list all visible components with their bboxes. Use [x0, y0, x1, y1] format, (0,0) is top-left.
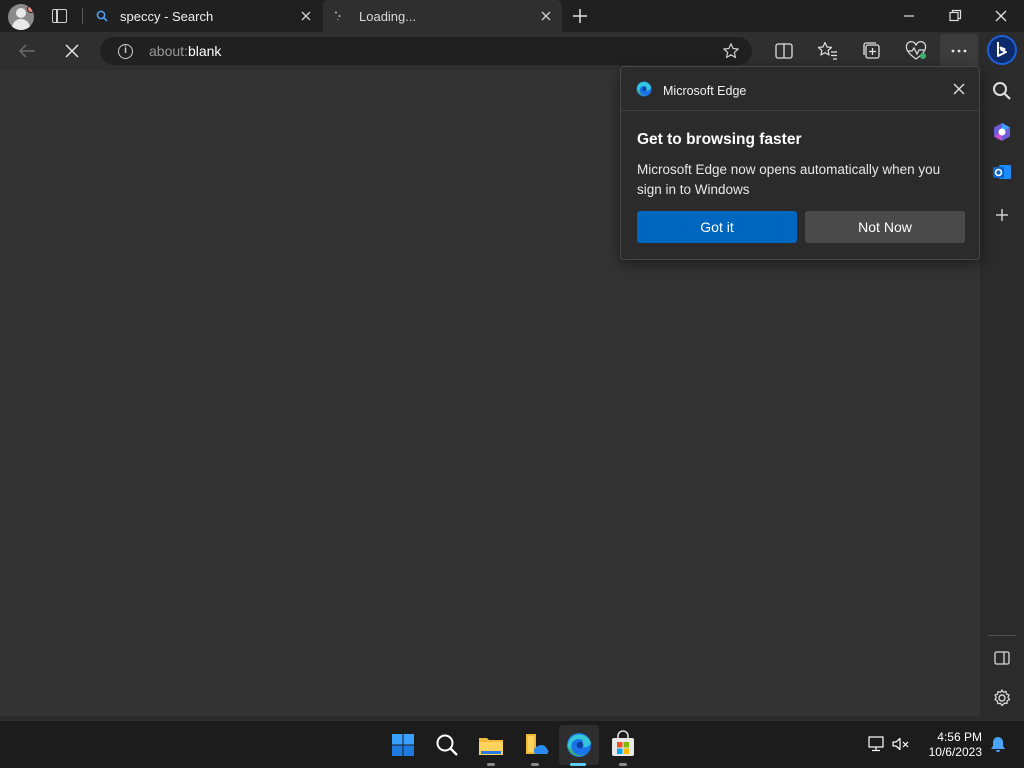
browsing-faster-flyout: Microsoft Edge Get to browsing faster Mi…: [620, 66, 980, 260]
info-icon[interactable]: i: [118, 44, 133, 59]
clock-time: 4:56 PM: [937, 730, 982, 744]
bing-chat-icon[interactable]: [986, 34, 1018, 66]
avatar-head: [16, 8, 26, 18]
close-icon[interactable]: [951, 81, 967, 97]
flyout-message: Microsoft Edge now opens automatically w…: [637, 162, 941, 197]
taskbar-search-icon[interactable]: [431, 729, 463, 761]
volume-muted-icon[interactable]: [891, 735, 911, 753]
windows-taskbar: 4:56 PM 10/6/2023: [0, 720, 1024, 768]
taskbar-clock[interactable]: 4:56 PM 10/6/2023: [916, 730, 982, 760]
more-dots-icon: [951, 49, 967, 53]
title-bar: speccy - Search Loading...: [0, 0, 1024, 32]
microsoft-edge-taskbar-icon[interactable]: [563, 729, 595, 761]
got-it-button[interactable]: Got it: [637, 211, 797, 243]
close-tab-icon[interactable]: [538, 8, 554, 24]
collections-icon[interactable]: [859, 38, 885, 64]
notification-bell-icon[interactable]: [988, 735, 1008, 753]
sidebar-settings-gear-icon[interactable]: [991, 687, 1013, 709]
microsoft-store-icon[interactable]: [607, 729, 639, 761]
flyout-brand: Microsoft Edge: [663, 84, 747, 98]
stop-loading-icon[interactable]: [59, 38, 85, 64]
onedrive-running-indicator: [531, 763, 539, 766]
tab-label: Loading...: [359, 9, 417, 24]
tab-speccy-search[interactable]: speccy - Search: [86, 0, 322, 32]
file-explorer-icon[interactable]: [475, 729, 507, 761]
flyout-title: Get to browsing faster: [637, 131, 802, 148]
close-tab-icon[interactable]: [298, 8, 314, 24]
split-screen-icon[interactable]: [771, 38, 797, 64]
vertical-tabs-icon[interactable]: [52, 9, 67, 23]
search-icon[interactable]: [991, 80, 1013, 102]
add-favorite-star-icon[interactable]: [722, 42, 740, 60]
close-window-icon[interactable]: [978, 0, 1024, 32]
tab-loading[interactable]: Loading...: [323, 0, 562, 32]
add-sidebar-app-icon[interactable]: [991, 204, 1013, 226]
onedrive-folder-icon[interactable]: [519, 729, 551, 761]
outlook-icon[interactable]: [991, 161, 1013, 183]
new-tab-icon[interactable]: [571, 7, 589, 25]
microsoft-edge-logo-icon: [636, 81, 652, 97]
settings-and-more-button[interactable]: [940, 34, 978, 68]
restore-icon[interactable]: [932, 0, 978, 32]
flyout-header: Microsoft Edge: [621, 67, 979, 111]
store-running-indicator: [619, 763, 627, 766]
browser-essentials-icon[interactable]: [903, 38, 929, 64]
back-arrow-icon[interactable]: [14, 38, 40, 64]
network-status-icon[interactable]: [866, 735, 886, 753]
hide-sidebar-icon[interactable]: [991, 647, 1013, 669]
url-path: blank: [187, 43, 222, 59]
clock-date: 10/6/2023: [928, 745, 982, 759]
favorites-icon[interactable]: [815, 38, 841, 64]
windows-start-icon[interactable]: [387, 729, 419, 761]
copilot-icon[interactable]: [991, 121, 1013, 143]
address-bar[interactable]: i about:blank: [100, 37, 752, 65]
tab-separator: [82, 8, 83, 24]
search-icon: [96, 10, 108, 22]
sidebar-separator: [988, 635, 1016, 636]
edge-sidebar: [980, 32, 1024, 720]
tab-label: speccy - Search: [120, 9, 214, 24]
url-text[interactable]: about:blank: [149, 43, 221, 59]
avatar-body: [12, 19, 30, 30]
edge-active-indicator: [570, 763, 586, 766]
loading-spinner-icon: [335, 11, 341, 21]
profile-avatar[interactable]: [8, 4, 34, 30]
url-scheme: about:: [149, 43, 188, 59]
file-explorer-running-indicator: [487, 763, 495, 766]
not-now-button[interactable]: Not Now: [805, 211, 965, 243]
profile-notification-dot: [27, 5, 34, 13]
minimize-icon[interactable]: [886, 0, 932, 32]
